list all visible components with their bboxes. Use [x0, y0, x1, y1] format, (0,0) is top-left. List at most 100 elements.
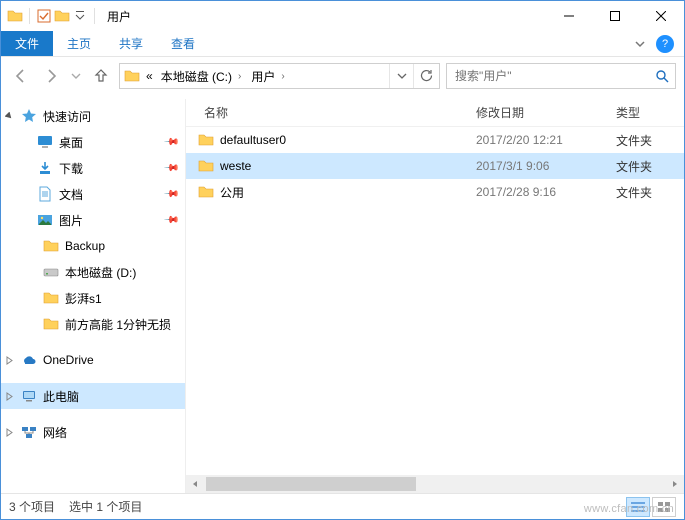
column-date-header[interactable]: 修改日期	[476, 104, 616, 121]
navigation-bar: « 本地磁盘 (C:) › 用户 ›	[1, 57, 684, 99]
pin-icon: 📌	[162, 186, 179, 203]
sidebar-item[interactable]: 下载📌	[1, 155, 185, 181]
details-view-button[interactable]	[626, 497, 650, 517]
sidebar-item[interactable]: Backup	[1, 233, 185, 259]
nav-this-pc[interactable]: 此电脑	[1, 383, 185, 409]
expand-icon[interactable]	[5, 392, 17, 401]
horizontal-scrollbar[interactable]	[186, 475, 684, 493]
navigation-pane: 快速访问 桌面📌下载📌文档📌图片📌Backup本地磁盘 (D:)彭湃s1前方高能…	[1, 99, 186, 493]
quick-access-star-icon	[21, 108, 37, 124]
network-icon	[21, 424, 37, 440]
table-row[interactable]: defaultuser02017/2/20 12:21文件夹	[186, 127, 684, 153]
item-count: 3 个项目	[9, 498, 55, 515]
item-icon	[37, 186, 53, 202]
nav-label: OneDrive	[41, 353, 94, 367]
maximize-button[interactable]	[592, 1, 638, 31]
window-controls	[546, 1, 684, 31]
pin-icon: 📌	[162, 134, 179, 151]
folder-icon	[198, 158, 214, 174]
search-input[interactable]	[453, 68, 651, 84]
search-box[interactable]	[446, 63, 676, 89]
breadcrumb-prefix[interactable]: «	[144, 69, 155, 83]
chevron-right-icon[interactable]: ›	[279, 71, 286, 82]
breadcrumb-segment[interactable]: 本地磁盘 (C:) ›	[159, 68, 246, 85]
nav-quick-access[interactable]: 快速访问	[1, 103, 185, 129]
sidebar-item[interactable]: 图片📌	[1, 207, 185, 233]
forward-button[interactable]	[39, 64, 63, 88]
sidebar-item-label: 文档	[57, 186, 83, 203]
address-bar[interactable]: « 本地磁盘 (C:) › 用户 ›	[119, 63, 440, 89]
item-icon	[43, 316, 59, 332]
address-dropdown-button[interactable]	[389, 64, 413, 88]
minimize-button[interactable]	[546, 1, 592, 31]
separator	[29, 8, 30, 24]
tab-share[interactable]: 共享	[105, 31, 157, 56]
expand-icon[interactable]	[5, 356, 17, 365]
table-row[interactable]: 公用2017/2/28 9:16文件夹	[186, 179, 684, 205]
address-right	[389, 64, 437, 88]
nav-label: 此电脑	[41, 388, 79, 405]
tab-home[interactable]: 主页	[53, 31, 105, 56]
folder-icon	[124, 68, 140, 84]
pin-icon: 📌	[162, 160, 179, 177]
tab-view[interactable]: 查看	[157, 31, 209, 56]
breadcrumb-label: 本地磁盘 (C:)	[161, 68, 232, 85]
sidebar-item-label: Backup	[63, 239, 105, 253]
sidebar-item-label: 本地磁盘 (D:)	[63, 264, 136, 281]
scroll-right-button[interactable]	[666, 475, 684, 493]
help-button[interactable]: ?	[656, 35, 674, 53]
sidebar-item-label: 桌面	[57, 134, 83, 151]
this-pc-icon	[21, 388, 37, 404]
expand-icon[interactable]	[5, 428, 17, 437]
column-name-header[interactable]: 名称	[186, 104, 476, 121]
nav-network[interactable]: 网络	[1, 419, 185, 445]
title-bar: 用户	[1, 1, 684, 31]
large-icons-view-button[interactable]	[652, 497, 676, 517]
back-button[interactable]	[9, 64, 33, 88]
sidebar-item[interactable]: 文档 📌	[1, 181, 185, 207]
scrollbar-thumb[interactable]	[206, 477, 416, 491]
file-rows: defaultuser02017/2/20 12:21文件夹 weste 2017/…	[186, 127, 684, 475]
folder-qat-icon[interactable]	[54, 8, 70, 24]
window-title: 用户	[99, 8, 546, 25]
scroll-left-button[interactable]	[186, 475, 204, 493]
search-icon[interactable]	[655, 69, 669, 83]
sidebar-item[interactable]: 前方高能 1分钟无损	[1, 311, 185, 337]
recent-locations-button[interactable]	[69, 64, 83, 88]
expand-ribbon-icon[interactable]	[634, 38, 646, 50]
file-list-pane: 名称 修改日期 类型 defaultuser02017/2/20 12:21文件…	[186, 99, 684, 493]
nav-label: 网络	[41, 424, 67, 441]
up-button[interactable]	[89, 64, 113, 88]
file-date: 2017/3/1 9:06	[476, 159, 616, 173]
breadcrumb-segment[interactable]: 用户 ›	[249, 68, 288, 85]
sidebar-item[interactable]: 桌面 📌	[1, 129, 185, 155]
column-type-header[interactable]: 类型	[616, 104, 676, 121]
sidebar-item-label: 彭湃s1	[63, 290, 102, 307]
ribbon: 文件 主页 共享 查看 ?	[1, 31, 684, 57]
folder-icon	[198, 184, 214, 200]
properties-checkbox-icon[interactable]	[36, 8, 52, 24]
sidebar-item[interactable]: 彭湃s1	[1, 285, 185, 311]
sidebar-item-label: 前方高能 1分钟无损	[63, 316, 171, 333]
explorer-window: 用户 文件 主页 共享 查看 ?	[0, 0, 685, 520]
close-button[interactable]	[638, 1, 684, 31]
column-headers: 名称 修改日期 类型	[186, 99, 684, 127]
chevron-right-icon[interactable]: ›	[236, 71, 243, 82]
qat-customize-icon[interactable]	[72, 8, 88, 24]
tab-file[interactable]: 文件	[1, 31, 53, 56]
file-date: 2017/2/28 9:16	[476, 185, 616, 199]
onedrive-icon	[21, 352, 37, 368]
file-name: 公用	[220, 184, 244, 201]
table-row[interactable]: weste 2017/3/1 9:06文件夹	[186, 153, 684, 179]
pin-icon: 📌	[162, 212, 179, 229]
nav-onedrive[interactable]: OneDrive	[1, 347, 185, 373]
file-name: weste	[220, 159, 251, 173]
file-type: 文件夹	[616, 158, 676, 175]
body: 快速访问 桌面📌下载📌文档📌图片📌Backup本地磁盘 (D:)彭湃s1前方高能…	[1, 99, 684, 493]
folder-icon	[7, 8, 23, 24]
sidebar-item[interactable]: 本地磁盘 (D:)	[1, 259, 185, 285]
item-icon	[43, 290, 59, 306]
refresh-button[interactable]	[413, 64, 437, 88]
collapse-icon[interactable]	[5, 112, 17, 121]
nav-label: 快速访问	[41, 108, 91, 125]
